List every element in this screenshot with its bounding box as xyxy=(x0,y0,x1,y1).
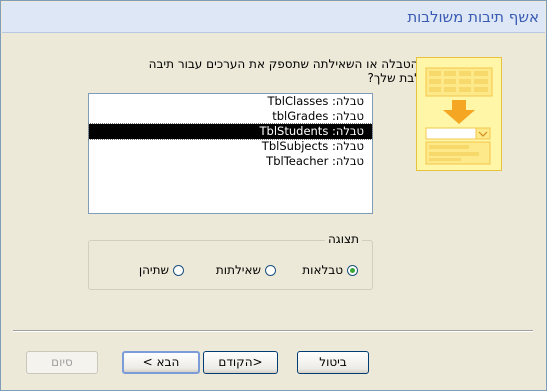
finish-button[interactable]: סיום xyxy=(26,351,98,374)
view-group-label: תצוגה xyxy=(324,232,362,246)
title-bar: אשף תיבות משולבות xyxy=(2,2,545,33)
radio-both-label: שתיהן xyxy=(138,263,169,277)
back-button[interactable]: <הקודם xyxy=(203,351,278,374)
radio-both[interactable]: שתיהן xyxy=(139,263,184,277)
tables-listbox[interactable]: טבלה: TblClasses טבלה: tblGrades טבלה: T… xyxy=(88,93,373,214)
wizard-illustration-icon xyxy=(416,57,502,171)
radio-selected-icon[interactable] xyxy=(347,264,358,276)
radio-queries-label: שאילתות xyxy=(215,263,261,277)
wizard-content: מהי הטבלה או השאילתה שתספק את הערכים עבו… xyxy=(2,33,545,390)
list-item[interactable]: טבלה: TblClasses xyxy=(89,94,372,109)
wizard-window: אשף תיבות משולבות מהי הטבלה או השאילתה ש… xyxy=(0,0,547,391)
view-groupbox: תצוגה טבלאות שאילתות שתיהן xyxy=(88,232,373,290)
list-item[interactable]: טבלה: tblGrades xyxy=(89,109,372,124)
list-item[interactable]: טבלה: TblTeacher xyxy=(89,154,372,169)
radio-tables[interactable]: טבלאות xyxy=(302,263,358,277)
separator xyxy=(13,330,533,332)
wizard-prompt: מהי הטבלה או השאילתה שתספק את הערכים עבו… xyxy=(148,57,441,85)
radio-tables-label: טבלאות xyxy=(302,263,343,277)
list-item[interactable]: טבלה: TblSubjects xyxy=(89,139,372,154)
radio-empty-icon[interactable] xyxy=(265,264,276,276)
radio-empty-icon[interactable] xyxy=(173,264,184,276)
radio-queries[interactable]: שאילתות xyxy=(216,263,276,277)
window-title: אשף תיבות משולבות xyxy=(407,8,539,26)
next-button[interactable]: הבא > xyxy=(122,351,200,374)
list-item-selected[interactable]: טבלה: TblStudents xyxy=(88,123,373,140)
cancel-button[interactable]: ביטול xyxy=(297,351,369,374)
